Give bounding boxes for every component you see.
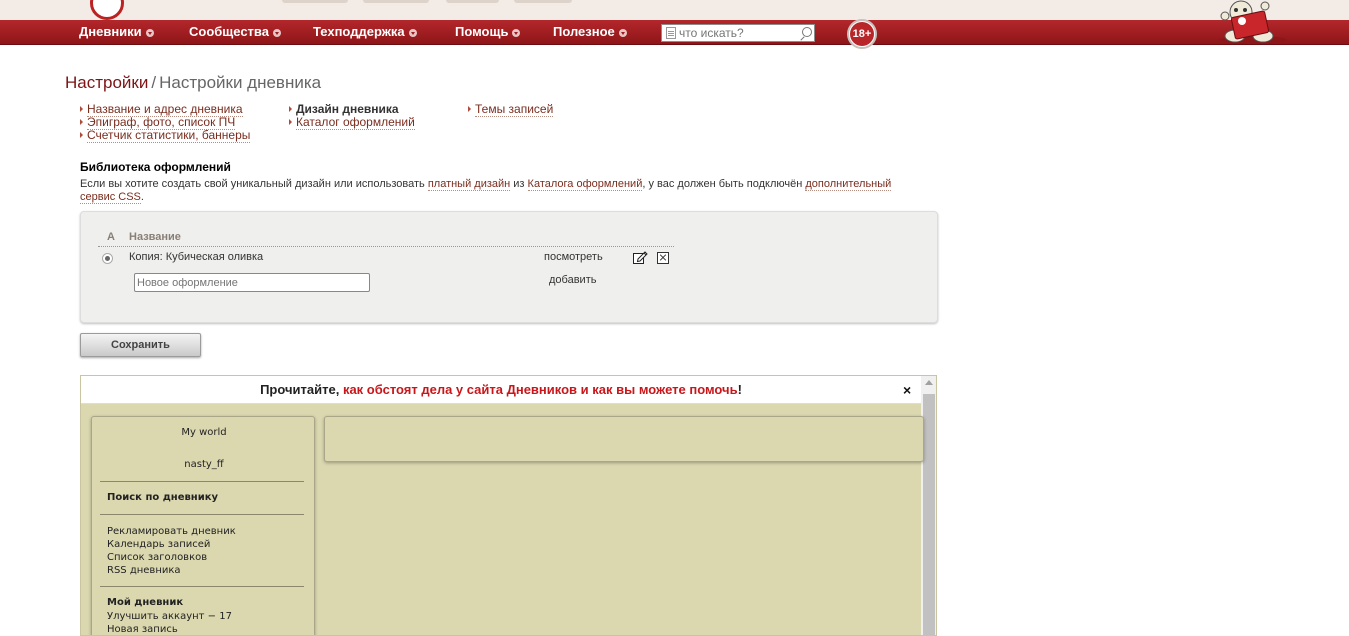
settings-menu-col3: Темы записей bbox=[468, 102, 554, 117]
design-name: Копия: Кубическая оливка bbox=[129, 251, 264, 263]
breadcrumb-settings-link[interactable]: Настройки bbox=[65, 73, 148, 92]
preview-username[interactable]: nasty_ff bbox=[92, 459, 316, 470]
site-notice-banner: Прочитайте, как обстоят дела у сайта Дне… bbox=[81, 376, 921, 404]
designs-catalog-link[interactable]: Каталога оформлений bbox=[527, 178, 643, 191]
preview-main-content bbox=[324, 416, 924, 462]
close-icon[interactable]: × bbox=[903, 383, 911, 397]
nav-help-label: Помощь bbox=[455, 24, 509, 39]
paid-design-link[interactable]: платный дизайн bbox=[427, 178, 511, 191]
chevron-down-icon bbox=[272, 28, 281, 37]
desc-text: , у вас должен быть подключён bbox=[642, 178, 806, 190]
chevron-down-icon bbox=[618, 28, 627, 37]
new-design-input[interactable] bbox=[134, 273, 370, 292]
header-divider bbox=[98, 246, 674, 247]
menu-catalog-link[interactable]: Каталог оформлений bbox=[289, 115, 415, 130]
preview-link-upgrade[interactable]: Улучшить аккаунт − 17 bbox=[107, 610, 232, 623]
notice-link[interactable]: как обстоят дела у сайта Дневников и как… bbox=[343, 382, 738, 397]
library-title: Библиотека оформлений bbox=[80, 160, 231, 174]
top-tab[interactable] bbox=[446, 0, 499, 3]
nav-communities[interactable]: Сообщества bbox=[189, 24, 281, 39]
designs-panel: А Название Копия: Кубическая оливка посм… bbox=[80, 211, 938, 323]
breadcrumb-separator: / bbox=[151, 73, 157, 92]
preview-diary-title[interactable]: My world bbox=[92, 427, 316, 438]
nav-diaries[interactable]: Дневники bbox=[79, 24, 154, 39]
site-logo-icon[interactable] bbox=[90, 0, 124, 20]
nav-useful[interactable]: Полезное bbox=[553, 24, 627, 39]
nav-useful-label: Полезное bbox=[553, 24, 615, 39]
top-tab[interactable] bbox=[514, 0, 572, 3]
age-badge: 18+ bbox=[847, 19, 877, 49]
library-description: Если вы хотите создать свой уникальный д… bbox=[80, 178, 920, 204]
settings-menu-col1: Название и адрес дневника Эпиграф, фото,… bbox=[80, 102, 251, 143]
add-design-link[interactable]: добавить bbox=[549, 274, 596, 286]
edit-icon[interactable] bbox=[632, 249, 648, 265]
preview-link-calendar[interactable]: Календарь записей bbox=[107, 538, 210, 551]
nav-communities-label: Сообщества bbox=[189, 24, 269, 39]
search-box bbox=[661, 24, 815, 42]
menu-counter-link[interactable]: Счетчик статистики, баннеры bbox=[80, 128, 251, 143]
document-icon bbox=[666, 27, 676, 39]
menu-design-label: Дизайн дневника bbox=[296, 102, 399, 116]
preview-my-diary-heading: Мой дневник bbox=[107, 597, 184, 608]
top-tab[interactable] bbox=[363, 0, 429, 3]
divider bbox=[100, 586, 304, 587]
column-header-active: А bbox=[107, 231, 115, 243]
page-title: Настройки дневника bbox=[159, 73, 322, 92]
divider bbox=[100, 514, 304, 515]
nav-diaries-label: Дневники bbox=[79, 24, 142, 39]
preview-sidebar: My world nasty_ff Поиск по дневнику Рекл… bbox=[91, 416, 316, 635]
preview-search-heading[interactable]: Поиск по дневнику bbox=[107, 492, 218, 503]
menu-topics-label: Темы записей bbox=[475, 102, 554, 117]
nav-help[interactable]: Помощь bbox=[455, 24, 521, 39]
age-badge-label: 18+ bbox=[850, 22, 874, 46]
main-navbar: Дневники Сообщества Техподдержка Помощь … bbox=[0, 20, 1349, 45]
column-header-name: Название bbox=[129, 231, 181, 243]
notice-prefix: Прочитайте, bbox=[260, 382, 343, 397]
menu-topics-link[interactable]: Темы записей bbox=[468, 102, 554, 117]
view-design-link[interactable]: посмотреть bbox=[544, 251, 603, 263]
design-preview: Прочитайте, как обстоят дела у сайта Дне… bbox=[80, 375, 937, 636]
mascot-reading-icon[interactable] bbox=[1215, 0, 1287, 44]
breadcrumb: Настройки / Настройки дневника bbox=[65, 73, 321, 93]
delete-icon[interactable] bbox=[657, 252, 669, 264]
menu-catalog-label: Каталог оформлений bbox=[296, 115, 415, 130]
nav-support-label: Техподдержка bbox=[313, 24, 405, 39]
preview-link-rss[interactable]: RSS дневника bbox=[107, 564, 181, 577]
search-icon[interactable] bbox=[799, 26, 812, 40]
scroll-up-arrow-icon[interactable] bbox=[925, 380, 933, 385]
preview-link-advertise[interactable]: Рекламировать дневник bbox=[107, 525, 236, 538]
divider bbox=[100, 481, 304, 482]
preview-link-headings[interactable]: Список заголовков bbox=[107, 551, 207, 564]
desc-text: из bbox=[510, 178, 528, 190]
preview-link-new-post[interactable]: Новая запись bbox=[107, 623, 178, 635]
menu-counter-label: Счетчик статистики, баннеры bbox=[87, 128, 251, 143]
search-input[interactable] bbox=[679, 26, 797, 40]
desc-text: Если вы хотите создать свой уникальный д… bbox=[80, 178, 428, 190]
preview-scrollbar[interactable] bbox=[921, 376, 936, 635]
chevron-down-icon bbox=[408, 28, 417, 37]
top-strip bbox=[0, 0, 1349, 20]
settings-menu-col2: Дизайн дневника Каталог оформлений bbox=[289, 102, 415, 130]
nav-support[interactable]: Техподдержка bbox=[313, 24, 417, 39]
scroll-thumb[interactable] bbox=[923, 394, 935, 635]
chevron-down-icon bbox=[145, 28, 154, 37]
chevron-down-icon bbox=[512, 28, 521, 37]
save-button[interactable]: Сохранить bbox=[80, 333, 201, 357]
design-active-radio[interactable] bbox=[102, 253, 113, 264]
top-tab[interactable] bbox=[282, 0, 348, 3]
notice-suffix: ! bbox=[737, 382, 742, 397]
desc-text: . bbox=[140, 191, 144, 203]
